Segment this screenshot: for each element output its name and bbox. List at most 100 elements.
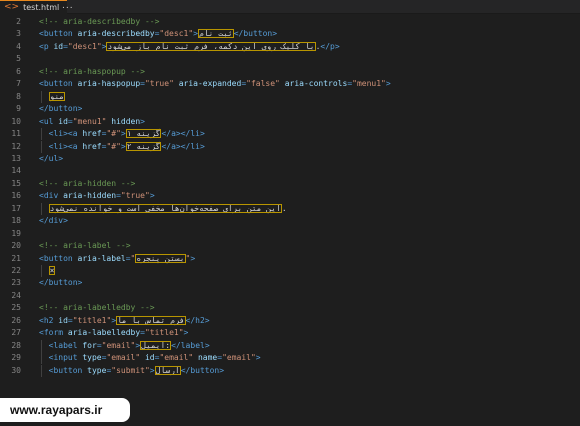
html-tag-token: <button bbox=[39, 253, 78, 263]
tab-bar: <> test.html ... bbox=[0, 0, 580, 14]
line-number: 13 bbox=[11, 153, 21, 163]
tab-test-html[interactable]: <> test.html bbox=[0, 0, 68, 14]
persian-text-token: ایمیل: bbox=[140, 340, 172, 350]
watermark: www.rayapars.ir bbox=[0, 398, 130, 422]
persian-text-token: این متن برای صفحه‌خوان‌ها مخفی است و خوا… bbox=[48, 203, 282, 213]
html-tag-token: </label> bbox=[171, 340, 210, 350]
string-token: "desc1" bbox=[159, 29, 194, 39]
code-line[interactable]: 15 <!-- aria-hidden --> bbox=[0, 178, 580, 190]
attribute-token: for bbox=[82, 340, 97, 350]
html-tag-token: > bbox=[255, 353, 261, 363]
code-text: <label for="email">ایمیل:</label> bbox=[39, 340, 210, 352]
code-line[interactable]: 30 <button type="submit">ارسال</button> bbox=[0, 364, 580, 377]
tab-filename: test.html bbox=[23, 2, 60, 12]
comment-token: <!-- aria-hidden --> bbox=[39, 178, 136, 188]
line-number: 15 bbox=[11, 178, 21, 188]
html-tag-token: > bbox=[190, 253, 196, 263]
line-number: 30 bbox=[11, 365, 21, 375]
code-line[interactable]: 17 این متن برای صفحه‌خوان‌ها مخفی است و … bbox=[0, 202, 580, 215]
line-number: 8 bbox=[16, 91, 21, 101]
comment-token: <!-- aria-labelledby --> bbox=[39, 303, 155, 313]
line-number: 24 bbox=[11, 290, 21, 300]
code-text: </button> bbox=[39, 277, 82, 289]
code-line[interactable]: 7 <button aria-haspopup="true" aria-expan… bbox=[0, 78, 580, 90]
code-text: <button aria-label="بستن پنجره"> bbox=[39, 253, 195, 265]
line-number: 23 bbox=[11, 278, 21, 288]
attribute-token: id bbox=[53, 41, 64, 51]
string-token: "false" bbox=[246, 79, 285, 89]
html-tag-token: </div> bbox=[39, 216, 68, 226]
code-line[interactable]: 13 </ul> bbox=[0, 153, 580, 165]
comment-token: <!-- aria-describedby --> bbox=[39, 17, 160, 26]
html-tag-token: </ul> bbox=[39, 153, 64, 163]
code-line[interactable]: 4 <p id="desc1">با کلیک روی این دکمه، فرم… bbox=[0, 41, 580, 53]
comment-token: <!-- aria-label --> bbox=[39, 241, 131, 251]
code-text: <button type="submit">ارسال</button> bbox=[39, 365, 224, 377]
code-text: </ul> bbox=[39, 153, 63, 165]
html-tag-token: </button> bbox=[39, 278, 83, 288]
html-tag-token: > bbox=[385, 79, 391, 89]
attribute-token: type bbox=[82, 353, 102, 363]
line-number: 27 bbox=[11, 328, 21, 338]
code-line[interactable]: 6 <!-- aria-haspopup --> bbox=[0, 66, 580, 78]
html-tag-token: </a></li> bbox=[161, 129, 205, 139]
persian-text-token: گزینه ۱ bbox=[125, 129, 162, 139]
attribute-token: aria-hidden bbox=[63, 191, 117, 201]
code-line[interactable]: 14 bbox=[0, 165, 580, 177]
code-text: <div aria-hidden="true"> bbox=[39, 190, 155, 202]
line-number: 21 bbox=[11, 253, 21, 263]
persian-text-token: ارسال bbox=[154, 365, 181, 375]
html-tag-token: > bbox=[120, 129, 126, 139]
code-line[interactable]: 27 <form aria-labelledby="title1"> bbox=[0, 327, 580, 339]
html-tag-token: <button bbox=[48, 365, 88, 375]
string-token: "true" bbox=[120, 191, 150, 201]
code-line[interactable]: 24 bbox=[0, 290, 580, 302]
code-line[interactable]: 23 </button> bbox=[0, 277, 580, 289]
code-line[interactable]: 8 منو bbox=[0, 90, 580, 103]
line-number: 18 bbox=[11, 216, 21, 226]
string-token: "email" bbox=[101, 340, 136, 350]
html-tag-token: <label bbox=[48, 340, 83, 350]
code-line[interactable]: 5 bbox=[0, 53, 580, 65]
code-line[interactable]: 11 <li><a href="#">گزینه ۱</a></li> bbox=[0, 128, 580, 141]
code-text: <!-- aria-hidden --> bbox=[39, 178, 135, 190]
string-token: "title1" bbox=[72, 315, 112, 325]
persian-text-token: × bbox=[48, 266, 56, 275]
code-line[interactable]: 26 <h2 id="title1">فرم تماس با ما</h2> bbox=[0, 315, 580, 327]
code-line[interactable]: 20 <!-- aria-label --> bbox=[0, 240, 580, 252]
attribute-token: id bbox=[58, 315, 68, 325]
line-number: 7 bbox=[16, 79, 21, 89]
code-editor[interactable]: 2 <!-- aria-describedby --> 3 <button aria-… bbox=[0, 14, 580, 414]
code-line[interactable]: 9 </button> bbox=[0, 103, 580, 115]
string-token: "email" bbox=[106, 353, 145, 363]
code-text: <!-- aria-label --> bbox=[39, 240, 131, 252]
more-actions-icon[interactable]: ... bbox=[62, 0, 74, 14]
code-line[interactable]: 22 × bbox=[0, 265, 580, 277]
persian-text-token: بستن پنجره bbox=[135, 253, 186, 263]
attribute-token: name bbox=[197, 353, 218, 363]
code-line[interactable]: 21 <button aria-label="بستن پنجره"> bbox=[0, 253, 580, 265]
code-line[interactable]: 2 <!-- aria-describedby --> bbox=[0, 16, 580, 28]
string-token: "#" bbox=[106, 141, 121, 151]
code-line[interactable]: 10 <ul id="menu1" hidden> bbox=[0, 116, 580, 128]
code-line[interactable]: 18 </div> bbox=[0, 215, 580, 227]
code-line[interactable]: 29 <input type="email" id="email" name="… bbox=[0, 352, 580, 365]
code-line[interactable]: 16 <div aria-hidden="true"> bbox=[0, 190, 580, 202]
code-line[interactable]: 3 <button aria-describedby="desc1">ثبت نا… bbox=[0, 28, 580, 40]
code-line[interactable]: 25 <!-- aria-labelledby --> bbox=[0, 302, 580, 314]
code-line[interactable]: 12 <li><a href="#">گزینه ۲</a></li> bbox=[0, 140, 580, 153]
html-tag-token: > bbox=[149, 365, 155, 375]
code-line[interactable]: 28 <label for="email">ایمیل:</label> bbox=[0, 339, 580, 352]
code-line[interactable]: 19 bbox=[0, 228, 580, 240]
line-number: 16 bbox=[11, 191, 21, 201]
code-text: <h2 id="title1">فرم تماس با ما</h2> bbox=[39, 315, 210, 327]
attribute-token: aria-labelledby bbox=[67, 328, 141, 338]
html-tag-token: <p bbox=[39, 41, 54, 51]
string-token: "menu1" bbox=[352, 79, 386, 89]
code-text: <form aria-labelledby="title1"> bbox=[39, 327, 188, 339]
